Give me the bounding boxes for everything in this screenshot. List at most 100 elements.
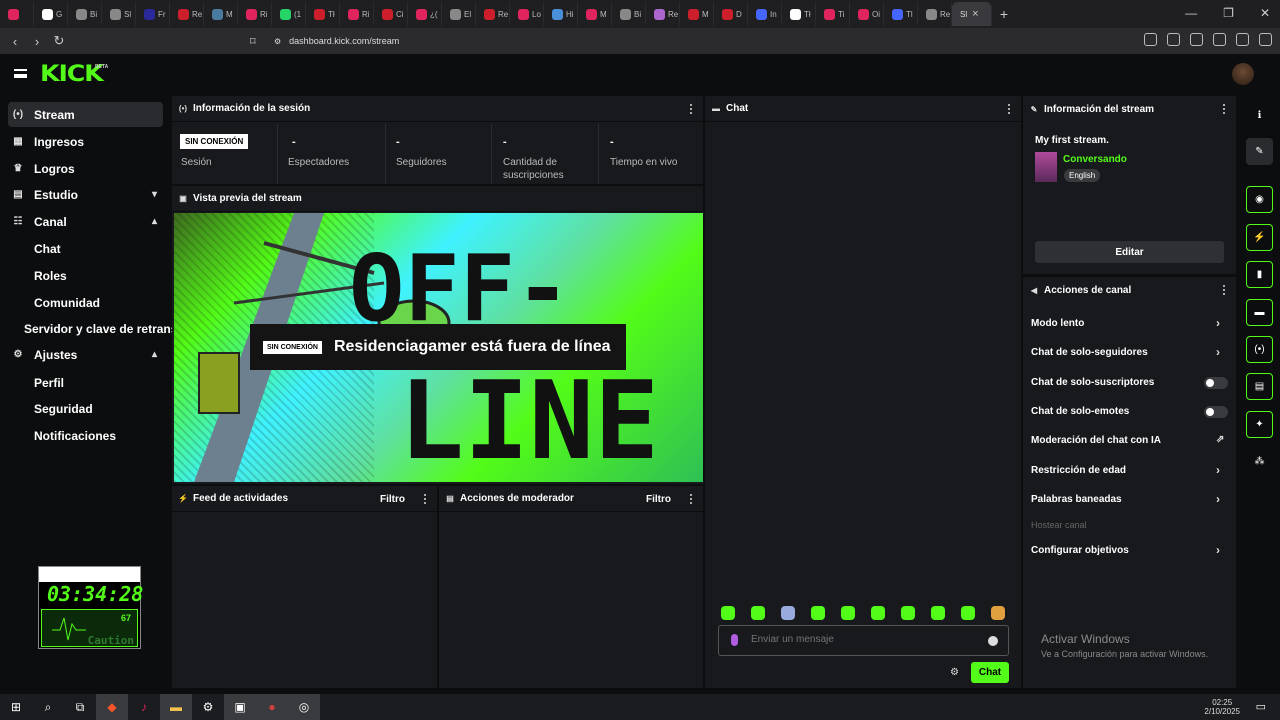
action-ai-moderation[interactable]: Moderación del chat con IA: [1031, 435, 1161, 446]
browser-tab[interactable]: [0, 2, 34, 26]
restore-icon[interactable]: ❐: [1223, 6, 1234, 20]
microphone-icon[interactable]: [731, 634, 738, 646]
edit-button[interactable]: Editar: [1035, 241, 1224, 263]
action-goals[interactable]: Configurar objetivos: [1031, 545, 1129, 556]
sidebar-subitem-perfil[interactable]: Perfil: [34, 376, 64, 390]
chevron-right-icon[interactable]: ›: [1216, 492, 1220, 506]
chevron-right-icon[interactable]: ›: [1216, 463, 1220, 477]
system-clock[interactable]: 02:25 2/10/2025: [1204, 698, 1240, 716]
emote-icon[interactable]: [931, 606, 945, 620]
sidebar-subitem-comunidad[interactable]: Comunidad: [34, 296, 100, 310]
start-icon[interactable]: ⊞: [0, 694, 32, 720]
more-icon[interactable]: [424, 494, 427, 504]
browser-tab[interactable]: Oi: [850, 2, 884, 26]
camera-icon[interactable]: ◉: [1246, 186, 1273, 213]
more-icon[interactable]: [690, 494, 693, 504]
broadcast-icon[interactable]: (•): [1246, 336, 1273, 363]
bookmark-icon[interactable]: ⌑: [250, 35, 256, 48]
browser-tab[interactable]: D: [714, 2, 748, 26]
browser-tab[interactable]: Ti: [816, 2, 850, 26]
browser-tab[interactable]: Tł: [306, 2, 340, 26]
chevron-right-icon[interactable]: ›: [1216, 345, 1220, 359]
browser-tab[interactable]: Re: [918, 2, 952, 26]
pencil-icon[interactable]: ✎: [1246, 138, 1273, 165]
site-info-icon[interactable]: ⚙: [274, 37, 281, 46]
browser-tab[interactable]: M: [680, 2, 714, 26]
chevron-right-icon[interactable]: ›: [1216, 543, 1220, 557]
app-icon[interactable]: ▣: [224, 694, 256, 720]
browser-tab[interactable]: Tł: [782, 2, 816, 26]
sidebar-item-logros[interactable]: ♛ Logros: [8, 156, 163, 181]
action-slow-mode[interactable]: Modo lento: [1031, 318, 1084, 329]
browser-tab[interactable]: Lo: [510, 2, 544, 26]
browser-tab[interactable]: M: [204, 2, 238, 26]
emoji-icon[interactable]: [988, 636, 998, 646]
browser-tab[interactable]: In: [748, 2, 782, 26]
avatar[interactable]: [1232, 63, 1254, 85]
browser-tab[interactable]: Bi: [68, 2, 102, 26]
emote-icon[interactable]: [781, 606, 795, 620]
extension-icon[interactable]: [1213, 33, 1226, 46]
emote-icon[interactable]: [961, 606, 975, 620]
emote-icon[interactable]: [991, 606, 1005, 620]
browser-tab[interactable]: G: [34, 2, 68, 26]
notification-icon[interactable]: ▭: [1256, 700, 1266, 713]
browser-tab-active[interactable]: Sl ×: [952, 2, 992, 26]
external-link-icon[interactable]: ⇗: [1216, 434, 1224, 445]
tiktok-icon[interactable]: ♪: [128, 694, 160, 720]
wallet-icon[interactable]: [1236, 33, 1249, 46]
extension-icon[interactable]: [1190, 33, 1203, 46]
back-icon[interactable]: ‹: [4, 34, 26, 49]
forward-icon[interactable]: ›: [26, 34, 48, 49]
browser-tab[interactable]: ¿(: [408, 2, 442, 26]
info-icon[interactable]: ℹ: [1246, 102, 1273, 129]
sidebar-item-stream[interactable]: (•) Stream: [8, 102, 163, 127]
kick-logo[interactable]: KICK: [40, 62, 104, 87]
more-icon[interactable]: [1223, 285, 1226, 295]
file-explorer-icon[interactable]: ▬: [160, 694, 192, 720]
extension-icon[interactable]: [1167, 33, 1180, 46]
sidebar-subitem-chat[interactable]: Chat: [34, 242, 61, 256]
browser-tab[interactable]: M: [578, 2, 612, 26]
new-tab-icon[interactable]: +: [992, 6, 1016, 22]
emote-icon[interactable]: [841, 606, 855, 620]
sidebar-subitem-servidor[interactable]: Servidor y clave de retrans: [24, 322, 177, 336]
action-banned-words[interactable]: Palabras baneadas: [1031, 494, 1122, 505]
lightning-icon[interactable]: ⚡: [1246, 224, 1273, 251]
minimize-icon[interactable]: —: [1185, 6, 1197, 20]
browser-tab[interactable]: El: [442, 2, 476, 26]
search-icon[interactable]: ⌕: [32, 694, 64, 720]
more-icon[interactable]: [1008, 104, 1011, 114]
browser-tab[interactable]: Sl: [102, 2, 136, 26]
sidebar-item-canal[interactable]: ☷ Canal ▴: [8, 209, 163, 234]
subscribers-only-toggle[interactable]: [1204, 377, 1228, 389]
emote-icon[interactable]: [871, 606, 885, 620]
close-icon[interactable]: ✕: [1260, 6, 1270, 20]
emotes-only-toggle[interactable]: [1204, 406, 1228, 418]
browser-tab[interactable]: Re: [170, 2, 204, 26]
chat-settings-icon[interactable]: ⚙: [950, 667, 959, 678]
more-icon[interactable]: [1223, 104, 1226, 114]
sidebar-item-estudio[interactable]: ▤ Estudio ▾: [8, 182, 163, 207]
url-field[interactable]: ⚙ dashboard.kick.com/stream: [268, 31, 992, 51]
close-tab-icon[interactable]: ×: [972, 8, 978, 20]
chevron-right-icon[interactable]: ›: [1216, 316, 1220, 330]
hamburger-icon[interactable]: [14, 69, 27, 78]
obs-icon[interactable]: ◎: [288, 694, 320, 720]
action-followers-only[interactable]: Chat de solo-seguidores: [1031, 347, 1148, 358]
browser-tab[interactable]: Ri: [238, 2, 272, 26]
browser-tab[interactable]: Ri: [340, 2, 374, 26]
send-chat-button[interactable]: Chat: [971, 662, 1009, 683]
category-label[interactable]: Conversando: [1063, 154, 1127, 165]
emote-icon[interactable]: [751, 606, 765, 620]
emote-icon[interactable]: [721, 606, 735, 620]
extension-icon[interactable]: [1144, 33, 1157, 46]
sidebar-item-ingresos[interactable]: ▦ Ingresos: [8, 129, 163, 154]
emote-icon[interactable]: [811, 606, 825, 620]
chat-icon[interactable]: ▬: [1246, 299, 1273, 326]
wrench-icon[interactable]: ✦: [1246, 411, 1273, 438]
chat-input[interactable]: [718, 625, 1009, 656]
filter-button[interactable]: Filtro: [380, 494, 405, 505]
browser-tab[interactable]: Ci: [374, 2, 408, 26]
steam-icon[interactable]: ⚙: [192, 694, 224, 720]
